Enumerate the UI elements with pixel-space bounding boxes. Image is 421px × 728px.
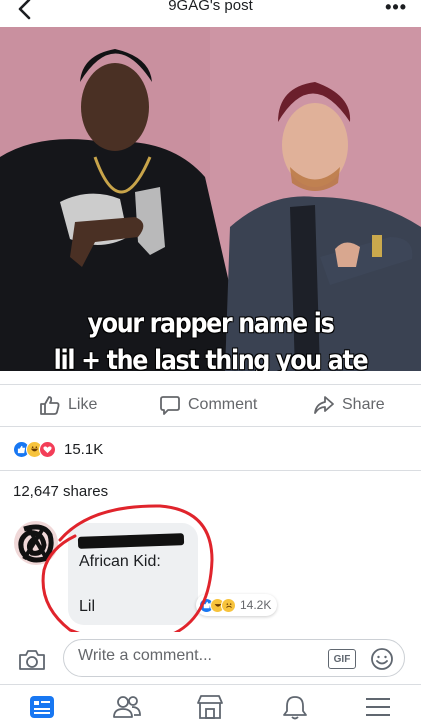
share-icon <box>314 396 334 414</box>
camera-icon[interactable] <box>18 648 46 672</box>
love-icon <box>39 441 56 458</box>
comment-reactions[interactable]: 14.2K <box>196 594 278 616</box>
page-title: 9GAG's post <box>168 0 253 14</box>
bottom-navigation <box>0 684 421 728</box>
comment-label: Comment <box>188 396 258 413</box>
more-options-button[interactable]: ••• <box>385 0 407 18</box>
menu-icon[interactable] <box>364 694 392 720</box>
avatar[interactable] <box>14 521 58 565</box>
divider <box>0 426 421 427</box>
comment-button[interactable]: Comment <box>159 394 257 416</box>
share-button[interactable]: Share <box>313 394 385 416</box>
comment-icon <box>160 396 180 415</box>
divider <box>0 384 421 385</box>
thumbs-up-icon <box>40 396 60 415</box>
reaction-count: 15.1K <box>64 441 104 458</box>
post-actions: Like Comment Share <box>0 386 421 424</box>
meme-caption-line-1: your rapper name is <box>87 308 335 339</box>
comment-reaction-count: 14.2K <box>240 598 272 612</box>
comment-text-line-2: Lil <box>79 598 96 615</box>
gif-button[interactable]: GIF <box>328 649 356 669</box>
shares-count[interactable]: 12,647 shares <box>13 483 108 500</box>
post-image[interactable]: your rapper name is lil + the last thing… <box>0 27 421 371</box>
comment-text-line-1: African Kid: <box>79 553 161 570</box>
sad-icon <box>221 597 236 613</box>
friends-icon[interactable] <box>112 694 142 720</box>
share-label: Share <box>342 396 385 413</box>
meme-caption-line-2: lil + the last thing you ate <box>53 345 369 371</box>
divider <box>0 470 421 471</box>
top-bar: 9GAG's post ••• <box>0 0 421 27</box>
write-comment-bar: GIF <box>0 632 421 682</box>
like-button[interactable]: Like <box>39 394 97 416</box>
emoji-icon[interactable] <box>370 647 394 671</box>
reactions-summary[interactable]: 15.1K <box>13 441 103 458</box>
marketplace-icon[interactable] <box>195 694 225 720</box>
scribble-avatar <box>18 524 54 563</box>
notifications-icon[interactable] <box>281 694 309 720</box>
news-feed-icon[interactable] <box>28 694 56 720</box>
comment-input-box[interactable]: GIF <box>63 639 405 677</box>
comment-input[interactable] <box>78 647 318 665</box>
like-label: Like <box>68 396 98 413</box>
